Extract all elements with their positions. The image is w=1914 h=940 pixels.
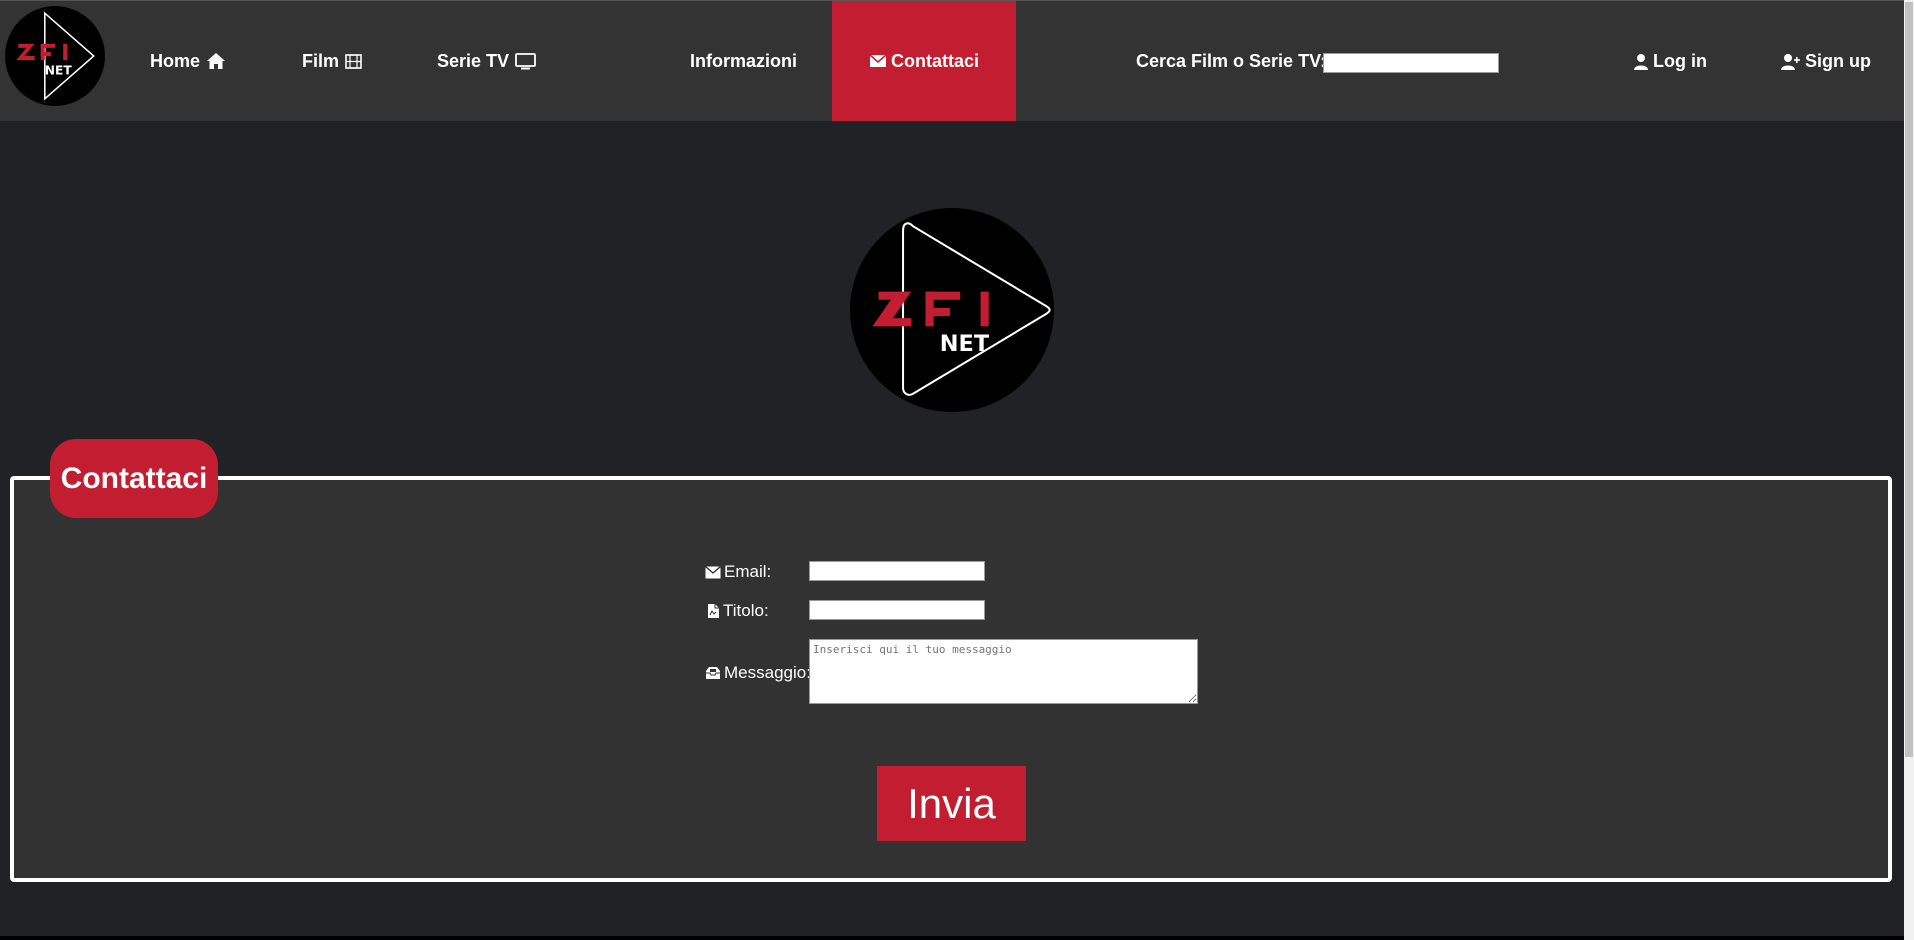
nav-signup-label: Sign up — [1805, 50, 1871, 71]
nav-home-label: Home — [150, 50, 201, 71]
nav-informazioni-label: Informazioni — [690, 50, 797, 71]
tv-icon — [515, 52, 536, 69]
user-icon — [1634, 53, 1648, 70]
top-navbar: NET Home Film Serie TV Informazioni Cont… — [0, 0, 1904, 121]
titolo-field[interactable] — [809, 600, 985, 620]
message-textarea[interactable] — [809, 639, 1198, 704]
nav-home[interactable]: Home — [150, 1, 226, 121]
contact-title: Contattaci — [50, 439, 218, 518]
mailbox-icon — [706, 667, 720, 679]
nav-informazioni[interactable]: Informazioni — [690, 1, 797, 121]
scrollbar-thumb[interactable] — [1905, 2, 1913, 757]
home-icon — [207, 53, 226, 69]
nav-serie-tv[interactable]: Serie TV — [437, 1, 536, 121]
email-label-text: Email: — [724, 562, 772, 581]
nav-film-label: Film — [302, 50, 340, 71]
nav-signup[interactable]: Sign up — [1781, 1, 1871, 121]
messaggio-label: Messaggio: — [705, 663, 811, 683]
file-icon — [708, 604, 719, 618]
titolo-label: Titolo: — [707, 601, 769, 621]
scrollbar[interactable] — [1904, 0, 1914, 940]
messaggio-label-text: Messaggio: — [724, 663, 811, 682]
nav-login-label: Log in — [1653, 50, 1707, 71]
email-field[interactable] — [809, 561, 985, 581]
nav-contattaci-label: Contattaci — [890, 50, 979, 71]
search-input[interactable] — [1323, 53, 1499, 73]
send-button[interactable]: Invia — [877, 766, 1026, 841]
hero-logo-sub: NET — [940, 331, 990, 357]
brand-logo-sub: NET — [45, 63, 73, 77]
search-label: Cerca Film o Serie TV: — [1136, 1, 1326, 121]
brand-logo[interactable]: NET — [4, 5, 106, 107]
titolo-label-text: Titolo: — [723, 601, 769, 620]
nav-film[interactable]: Film — [302, 1, 362, 121]
envelope-icon — [705, 565, 721, 578]
hero-logo: NET — [850, 208, 1054, 412]
nav-serie-tv-label: Serie TV — [437, 50, 510, 71]
nav-login[interactable]: Log in — [1633, 1, 1707, 121]
search-label-text: Cerca Film o Serie TV: — [1136, 50, 1327, 71]
user-plus-icon — [1781, 53, 1800, 70]
page-bottom-border — [0, 936, 1904, 940]
email-label: Email: — [705, 562, 771, 582]
film-icon — [345, 53, 362, 69]
nav-contattaci[interactable]: Contattaci — [832, 1, 1016, 121]
envelope-icon — [869, 54, 887, 67]
